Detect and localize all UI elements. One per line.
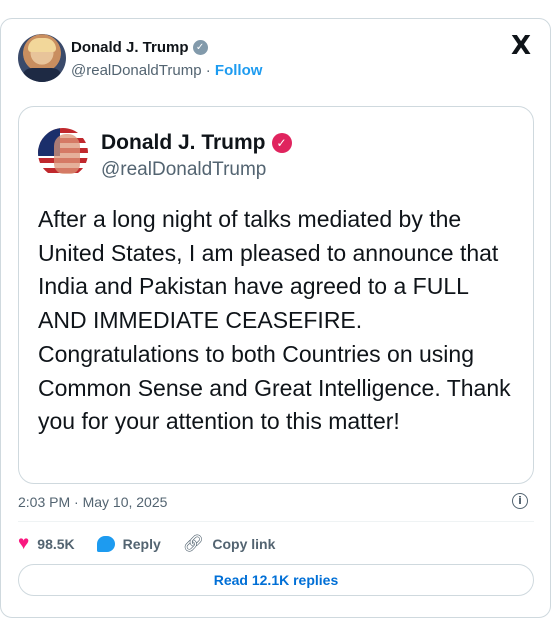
divider xyxy=(18,521,534,522)
avatar-face xyxy=(54,134,80,174)
avatar-suit xyxy=(22,68,62,82)
follow-button[interactable]: Follow xyxy=(215,62,263,79)
x-logo-icon[interactable]: X xyxy=(509,33,533,59)
like-button[interactable]: ♥ 98.5K xyxy=(18,533,75,554)
author-name-text: Donald J. Trump xyxy=(71,39,189,56)
author-handle[interactable]: @realDonaldTrump xyxy=(71,62,202,79)
author-handle-row: @realDonaldTrump · Follow xyxy=(71,62,262,79)
separator: · xyxy=(205,62,211,79)
top-strip xyxy=(0,0,557,10)
avatar-hair xyxy=(28,38,56,52)
post-timestamp[interactable]: 2:03 PM · May 10, 2025 xyxy=(18,494,167,510)
profile-avatar[interactable] xyxy=(18,34,66,82)
verified-badge-icon: ✓ xyxy=(192,40,208,55)
read-replies-button[interactable]: Read 12.1K replies xyxy=(18,564,534,596)
copy-link-label: Copy link xyxy=(212,536,276,552)
reply-label: Reply xyxy=(122,536,161,552)
reply-button[interactable]: Reply xyxy=(96,536,161,552)
action-bar: ♥ 98.5K Reply 🔗︎ Copy link xyxy=(18,534,297,554)
reply-bubble-icon xyxy=(96,536,115,552)
info-icon[interactable]: i xyxy=(512,493,528,509)
author-name[interactable]: Donald J. Trump ✓ xyxy=(71,39,208,56)
embedded-post-image[interactable]: Donald J. Trump ✓ @realDonaldTrump After… xyxy=(18,106,534,484)
embedded-author-name-text: Donald J. Trump xyxy=(101,131,266,154)
copy-link-button[interactable]: 🔗︎ Copy link xyxy=(183,534,276,554)
heart-icon: ♥ xyxy=(18,533,30,554)
link-icon: 🔗︎ xyxy=(182,534,205,553)
embedded-author-handle: @realDonaldTrump xyxy=(101,159,267,180)
embedded-avatar xyxy=(38,128,88,178)
embedded-verified-badge-icon: ✓ xyxy=(271,133,292,153)
embedded-post-text: After a long night of talks mediated by … xyxy=(38,206,511,435)
like-count: 98.5K xyxy=(37,536,75,552)
embedded-author-name: Donald J. Trump ✓ xyxy=(101,131,292,155)
